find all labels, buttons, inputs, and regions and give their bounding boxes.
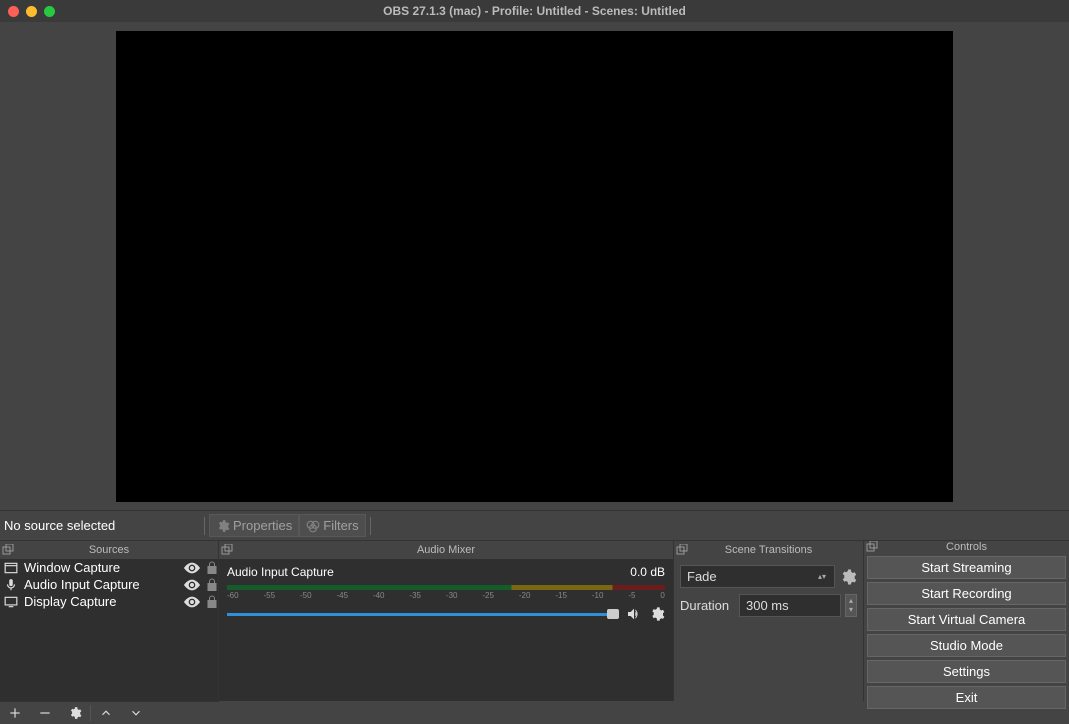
lock-toggle[interactable] [206, 595, 218, 609]
controls-dock: Controls Start Streaming Start Recording… [864, 541, 1069, 701]
source-item[interactable]: Display Capture [0, 593, 218, 610]
move-up-button[interactable] [91, 702, 121, 724]
source-label: Audio Input Capture [24, 577, 178, 592]
chevron-updown-icon: ▴▾ [816, 574, 828, 580]
display-icon [4, 596, 18, 608]
start-recording-button[interactable]: Start Recording [867, 582, 1066, 605]
speaker-icon[interactable] [625, 606, 643, 622]
transition-select[interactable]: Fade ▴▾ [680, 565, 835, 588]
lock-toggle[interactable] [206, 578, 218, 592]
transition-settings-icon[interactable] [839, 568, 857, 586]
audio-mixer-dock: Audio Mixer Audio Input Capture 0.0 dB -… [219, 541, 674, 701]
visibility-toggle[interactable] [184, 579, 200, 591]
sources-toolbar [0, 701, 219, 723]
settings-button[interactable]: Settings [867, 660, 1066, 683]
source-item[interactable]: Audio Input Capture [0, 576, 218, 593]
start-virtual-camera-button[interactable]: Start Virtual Camera [867, 608, 1066, 631]
start-streaming-button[interactable]: Start Streaming [867, 556, 1066, 579]
titlebar: OBS 27.1.3 (mac) - Profile: Untitled - S… [0, 0, 1069, 22]
exit-button[interactable]: Exit [867, 686, 1066, 709]
visibility-toggle[interactable] [184, 562, 200, 574]
move-down-button[interactable] [121, 702, 151, 724]
transitions-title: Scene Transitions [674, 544, 863, 556]
source-info-bar: No source selected Properties Filters [0, 510, 1069, 541]
mixer-title: Audio Mixer [219, 544, 673, 556]
visibility-toggle[interactable] [184, 596, 200, 608]
filters-icon [306, 519, 320, 533]
track-settings-icon[interactable] [649, 606, 665, 622]
source-item[interactable]: Window Capture [0, 559, 218, 576]
gear-icon [216, 519, 230, 533]
maximize-window-button[interactable] [44, 6, 55, 17]
window-icon [4, 562, 18, 574]
close-window-button[interactable] [8, 6, 19, 17]
chevron-up-icon[interactable]: ▴ [849, 598, 853, 604]
duration-label: Duration [680, 598, 735, 613]
mixer-track: Audio Input Capture 0.0 dB -60-55-50-45-… [219, 559, 673, 622]
track-db-value: 0.0 dB [630, 565, 665, 579]
preview-area [0, 22, 1069, 510]
preview-canvas[interactable] [116, 31, 953, 502]
duration-input[interactable]: 300 ms [739, 594, 841, 617]
sources-dock: Sources Window Capture Audio Input Captur… [0, 541, 219, 701]
source-label: Window Capture [24, 560, 178, 575]
properties-button[interactable]: Properties [209, 514, 299, 537]
window-title: OBS 27.1.3 (mac) - Profile: Untitled - S… [0, 4, 1069, 18]
source-label: Display Capture [24, 594, 178, 609]
chevron-down-icon[interactable]: ▾ [849, 607, 853, 613]
minimize-window-button[interactable] [26, 6, 37, 17]
remove-source-button[interactable] [30, 702, 60, 724]
lock-toggle[interactable] [206, 561, 218, 575]
studio-mode-button[interactable]: Studio Mode [867, 634, 1066, 657]
controls-title: Controls [864, 541, 1069, 553]
sources-title: Sources [0, 544, 218, 556]
source-settings-button[interactable] [60, 702, 90, 724]
mic-icon [4, 578, 18, 592]
transitions-dock: Scene Transitions Fade ▴▾ Duration 300 m… [674, 541, 864, 701]
filters-button[interactable]: Filters [299, 514, 365, 537]
no-source-label: No source selected [0, 518, 200, 533]
volume-slider[interactable] [227, 613, 619, 616]
add-source-button[interactable] [0, 702, 30, 724]
volume-thumb[interactable] [607, 609, 619, 619]
track-name: Audio Input Capture [227, 565, 334, 579]
meter-ticks: -60-55-50-45-40-35-30-25-20-15-10-50 [227, 591, 665, 600]
duration-stepper[interactable]: ▴ ▾ [845, 594, 857, 617]
audio-meter [227, 585, 665, 590]
